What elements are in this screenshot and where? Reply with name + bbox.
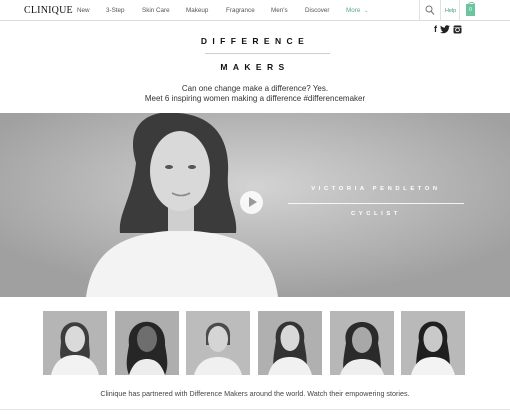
top-nav: CLINIQUE New 3-Step Skin Care Makeup Fra…: [0, 0, 510, 21]
portrait-thumbnail[interactable]: [43, 311, 107, 375]
nav-item-discover[interactable]: Discover: [305, 7, 330, 14]
help-link[interactable]: Help: [445, 8, 456, 14]
nav-divider: [419, 0, 420, 21]
nav-item-fragrance[interactable]: Fragrance: [226, 7, 255, 14]
intro-text-line-2: Meet 6 inspiring women making a differen…: [144, 94, 366, 103]
portrait-image: [330, 311, 394, 375]
bottom-divider: [0, 409, 510, 410]
instagram-icon[interactable]: [453, 25, 462, 34]
portrait-image: [258, 311, 322, 375]
nav-item-mens[interactable]: Men's: [271, 7, 288, 14]
nav-item-3-step[interactable]: 3-Step: [106, 7, 125, 14]
facebook-icon[interactable]: f: [434, 24, 437, 34]
portrait-thumbnail[interactable]: [115, 311, 179, 375]
portrait-thumbnail[interactable]: [186, 311, 250, 375]
bag-count: 0: [469, 7, 472, 13]
page-title-line-1: DIFFERENCE: [200, 36, 310, 46]
search-icon[interactable]: [425, 5, 435, 16]
nav-item-new[interactable]: New: [77, 7, 90, 14]
social-links: f: [434, 24, 462, 34]
play-button-icon[interactable]: [240, 191, 263, 214]
nav-item-skin-care[interactable]: Skin Care: [142, 7, 170, 14]
portrait-thumbnail[interactable]: [330, 311, 394, 375]
intro-text-line-1: Can one change make a difference? Yes.: [181, 84, 329, 93]
portrait-thumbnail[interactable]: [258, 311, 322, 375]
clinique-logo[interactable]: CLINIQUE: [24, 5, 73, 16]
portrait-image: [401, 311, 465, 375]
nav-divider: [459, 0, 460, 21]
page-title-line-2: MAKERS: [220, 62, 290, 72]
portrait-image: [115, 311, 179, 375]
nav-item-more[interactable]: More ⌄: [346, 7, 368, 14]
hero-divider: [288, 203, 464, 204]
portrait-image: [43, 311, 107, 375]
nav-item-makeup[interactable]: Makeup: [186, 7, 208, 14]
nav-more-label: More: [346, 7, 361, 14]
portrait-image: [186, 311, 250, 375]
chevron-down-icon: ⌄: [364, 8, 369, 14]
twitter-icon[interactable]: [440, 24, 450, 34]
nav-divider: [440, 0, 441, 21]
hero-person-name: VICTORIA PENDLETON: [311, 186, 441, 192]
shopping-bag-icon[interactable]: 0: [466, 2, 475, 16]
thumbnails-caption: Clinique has partnered with Difference M…: [100, 389, 410, 398]
hero-person-role: CYCLIST: [351, 211, 401, 217]
title-divider: [205, 53, 330, 54]
portrait-thumbnail[interactable]: [401, 311, 465, 375]
